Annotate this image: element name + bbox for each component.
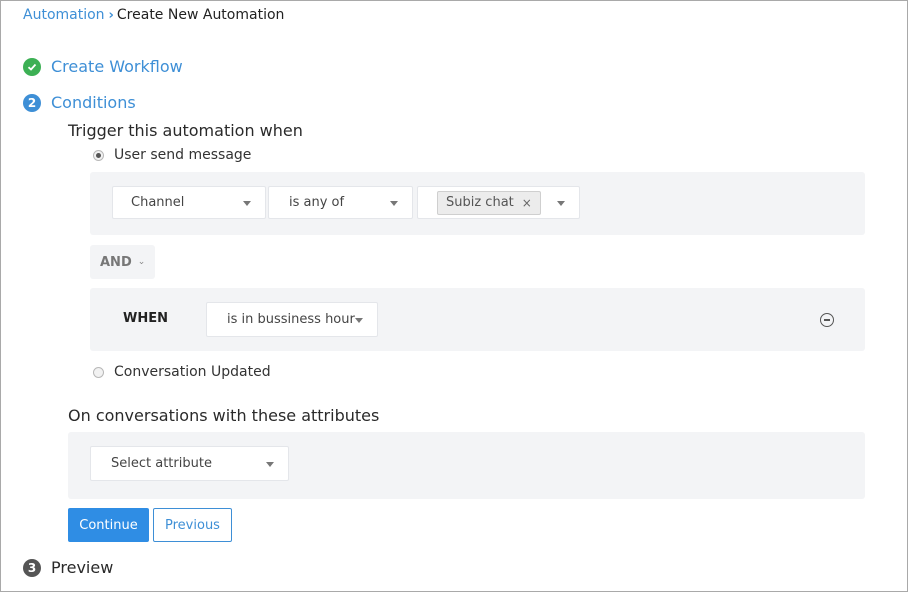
- chevron-right-icon: ›: [108, 8, 114, 23]
- continue-button[interactable]: Continue: [68, 508, 149, 542]
- caret-down-icon: [266, 462, 274, 467]
- breadcrumb-automation-link[interactable]: Automation: [23, 7, 105, 23]
- caret-down-icon: [557, 201, 565, 206]
- automation-window: Automation › Create New Automation Create …: [0, 0, 908, 592]
- channel-values-select[interactable]: Subiz chat ×: [417, 186, 580, 219]
- operator-value: is any of: [289, 195, 345, 210]
- step-preview[interactable]: 3 Preview: [23, 558, 113, 577]
- channel-field-value: Channel: [131, 195, 185, 210]
- select-attribute-placeholder: Select attribute: [111, 456, 212, 471]
- step-create-workflow[interactable]: Create Workflow: [23, 57, 183, 76]
- step-number-3-icon: 3: [23, 558, 41, 577]
- radio-selected-icon[interactable]: [93, 149, 104, 161]
- value-tag-label: Subiz chat: [446, 195, 514, 210]
- breadcrumb-current: Create New Automation: [116, 7, 285, 23]
- and-connector-dropdown[interactable]: AND ⌄: [90, 245, 155, 279]
- step-conditions[interactable]: 2 Conditions: [23, 93, 136, 112]
- check-circle-icon: [23, 57, 41, 76]
- and-connector-label: AND: [100, 254, 132, 270]
- step-create-workflow-label: Create Workflow: [51, 57, 183, 76]
- business-hour-value: is in bussiness hour: [227, 312, 355, 327]
- channel-field-dropdown[interactable]: Channel: [112, 186, 266, 219]
- radio-unselected-icon[interactable]: [93, 366, 104, 378]
- chevron-down-icon: ⌄: [137, 257, 146, 267]
- step-conditions-label: Conditions: [51, 93, 136, 112]
- radio-conversation-updated-label: Conversation Updated: [114, 364, 271, 380]
- trigger-title: Trigger this automation when: [68, 121, 303, 140]
- caret-down-icon: [243, 201, 251, 206]
- radio-conversation-updated[interactable]: Conversation Updated: [93, 364, 271, 380]
- value-tag: Subiz chat ×: [437, 190, 541, 215]
- previous-button[interactable]: Previous: [153, 508, 232, 542]
- remove-tag-icon[interactable]: ×: [522, 196, 532, 210]
- breadcrumb: Automation › Create New Automation: [23, 7, 284, 23]
- business-hour-dropdown[interactable]: is in bussiness hour: [206, 302, 378, 337]
- operator-dropdown[interactable]: is any of: [268, 186, 413, 219]
- caret-down-icon: [355, 318, 363, 323]
- attributes-title: On conversations with these attributes: [68, 406, 380, 425]
- caret-down-icon: [390, 201, 398, 206]
- select-attribute-dropdown[interactable]: Select attribute: [90, 446, 289, 481]
- radio-user-send-message-label: User send message: [114, 147, 252, 163]
- step-preview-label: Preview: [51, 558, 114, 577]
- remove-condition-icon[interactable]: [820, 313, 834, 327]
- when-label: WHEN: [123, 311, 168, 326]
- step-number-2-icon: 2: [23, 93, 41, 112]
- radio-user-send-message[interactable]: User send message: [93, 147, 251, 163]
